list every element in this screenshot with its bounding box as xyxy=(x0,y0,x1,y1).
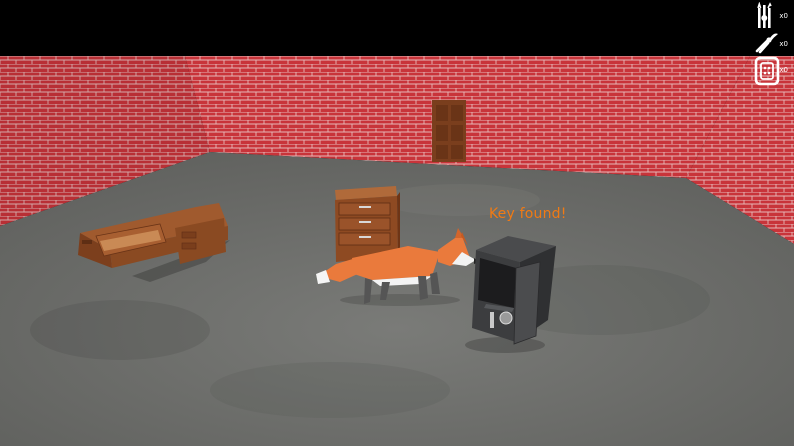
sky-band xyxy=(0,0,794,56)
safe-door[interactable] xyxy=(513,261,541,345)
exit-door[interactable] xyxy=(432,100,466,162)
safe-dial[interactable] xyxy=(499,311,513,325)
safe-handle[interactable] xyxy=(490,312,494,328)
dresser-drawer[interactable] xyxy=(338,202,391,216)
dresser-drawer[interactable] xyxy=(338,217,391,231)
desk-drawer[interactable] xyxy=(181,231,197,239)
desk-drawer[interactable] xyxy=(181,242,197,250)
game-viewport[interactable] xyxy=(0,0,794,446)
dresser-drawer[interactable] xyxy=(338,232,391,246)
